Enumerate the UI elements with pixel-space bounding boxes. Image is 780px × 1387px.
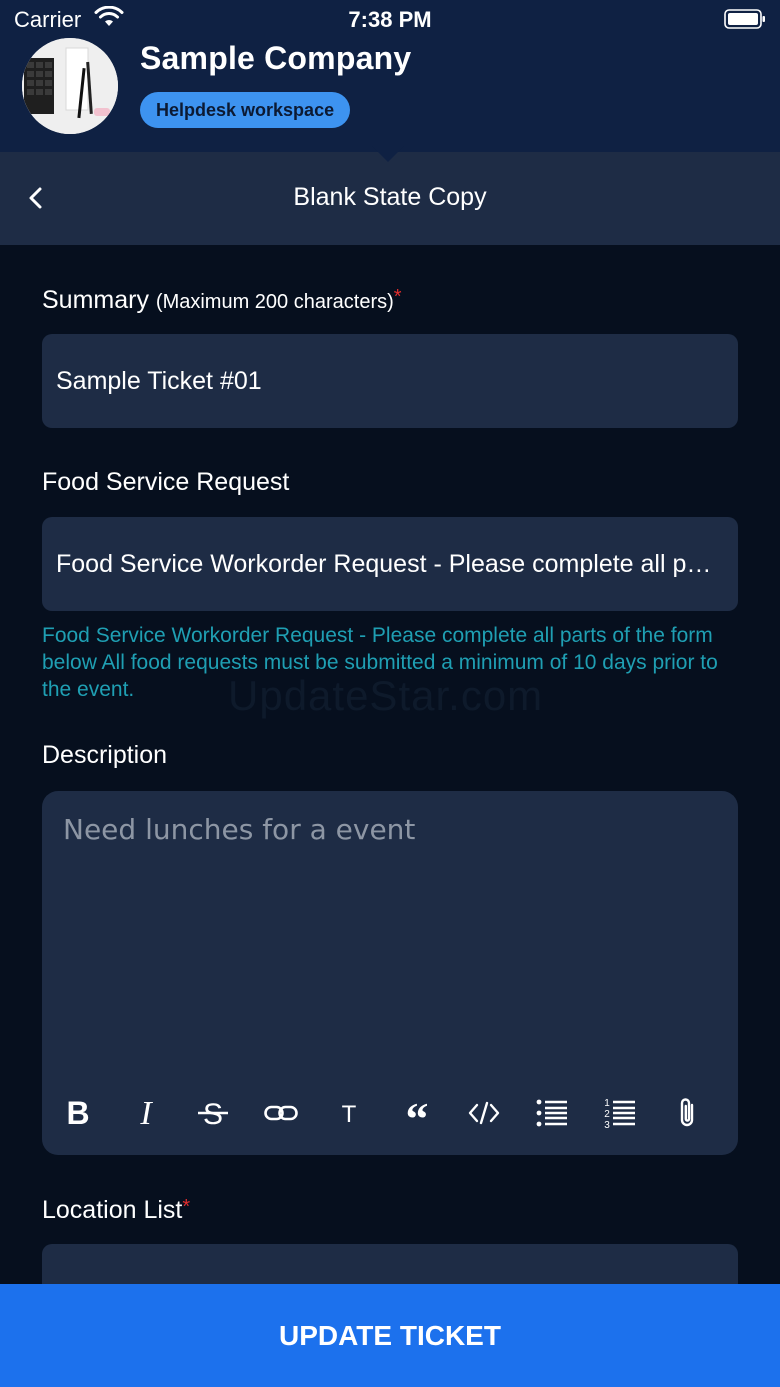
- header-notch: [372, 146, 404, 162]
- status-bar: Carrier 7:38 PM: [0, 0, 780, 40]
- location-required-mark: *: [182, 1196, 191, 1218]
- summary-note: (Maximum 200 characters): [155, 291, 394, 313]
- food-service-field[interactable]: Food Service Workorder Request - Please …: [42, 517, 738, 611]
- page-title: Blank State Copy: [293, 183, 487, 211]
- description-label: Description: [42, 741, 168, 769]
- status-time: 7:38 PM: [348, 7, 432, 32]
- svg-text:I: I: [139, 1096, 153, 1130]
- svg-text:3: 3: [604, 1120, 610, 1130]
- svg-text:B: B: [66, 1096, 89, 1130]
- location-list-label: Location List*: [42, 1196, 190, 1225]
- update-ticket-button[interactable]: UPDATE TICKET: [0, 1284, 780, 1387]
- summary-label: Summary (Maximum 200 characters)*: [42, 286, 402, 315]
- description-editor[interactable]: Need lunches for a event B I S T “ 123: [42, 791, 738, 1155]
- quote-icon[interactable]: “: [395, 1091, 439, 1135]
- nav-bar: Blank State Copy: [0, 152, 780, 245]
- location-list-field[interactable]: [42, 1244, 738, 1284]
- description-placeholder: Need lunches for a event: [63, 813, 416, 846]
- bold-icon[interactable]: B: [56, 1091, 100, 1135]
- summary-required-mark: *: [393, 286, 402, 308]
- app-header: Carrier 7:38 PM Sample Company Helpdesk …: [0, 0, 780, 152]
- company-name: Sample Company: [140, 40, 412, 76]
- code-icon[interactable]: [462, 1091, 506, 1135]
- numbered-list-icon[interactable]: 123: [598, 1091, 642, 1135]
- workspace-badge[interactable]: Helpdesk workspace: [140, 92, 351, 128]
- summary-field[interactable]: Sample Ticket #01: [42, 334, 738, 428]
- summary-label-text: Summary: [42, 286, 149, 314]
- formatting-toolbar: B I S T “ 123: [42, 1091, 738, 1135]
- svg-text:“: “: [406, 1096, 429, 1130]
- company-avatar[interactable]: [22, 38, 118, 134]
- avatar-image: [22, 38, 118, 134]
- strikethrough-icon[interactable]: S: [191, 1091, 235, 1135]
- link-icon[interactable]: [259, 1091, 303, 1135]
- battery-icon: [724, 9, 765, 29]
- bulleted-list-icon[interactable]: [530, 1091, 574, 1135]
- italic-icon[interactable]: I: [124, 1091, 168, 1135]
- svg-text:2: 2: [604, 1109, 610, 1120]
- svg-text:1: 1: [604, 1098, 610, 1109]
- location-label-text: Location List: [42, 1196, 183, 1224]
- food-service-label: Food Service Request: [42, 468, 290, 496]
- svg-text:T: T: [342, 1101, 357, 1128]
- food-service-helper-text: Food Service Workorder Request - Please …: [42, 624, 718, 701]
- text-style-icon[interactable]: T: [327, 1091, 371, 1135]
- attachment-icon[interactable]: [666, 1091, 710, 1135]
